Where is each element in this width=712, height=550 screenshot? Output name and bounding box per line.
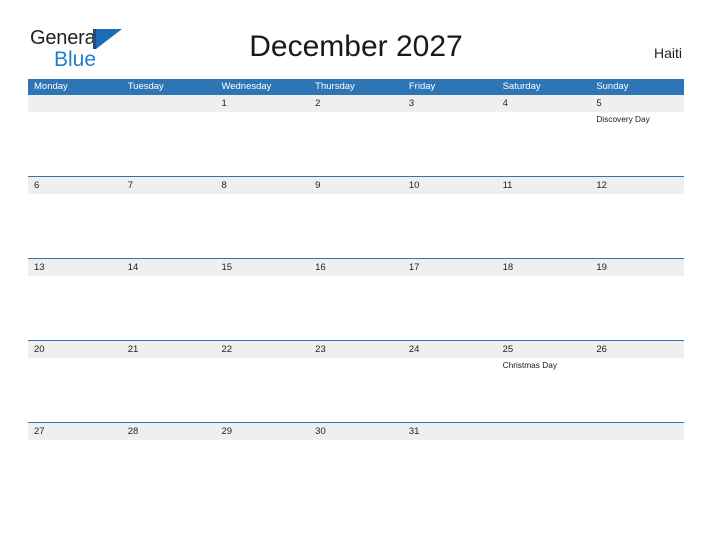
day-cell-empty bbox=[590, 423, 684, 504]
day-cell[interactable]: 29 bbox=[215, 423, 309, 504]
day-number: 1 bbox=[221, 98, 227, 109]
holiday-event: Discovery Day bbox=[596, 114, 650, 124]
day-cell[interactable]: 8 bbox=[215, 177, 309, 258]
day-number: 10 bbox=[408, 180, 420, 191]
day-number: 29 bbox=[221, 426, 233, 437]
day-cell[interactable]: 19 bbox=[590, 259, 684, 340]
day-number: 9 bbox=[315, 180, 321, 191]
day-cell[interactable]: 27 bbox=[28, 423, 122, 504]
calendar-week-row: 20 21 22 23 24 25 Christmas Day 26 bbox=[28, 340, 684, 422]
day-cell[interactable]: 9 bbox=[309, 177, 403, 258]
page-header: General Blue December 2027 Haiti bbox=[0, 0, 712, 70]
day-cell[interactable]: 7 bbox=[122, 177, 216, 258]
day-cell[interactable]: 16 bbox=[309, 259, 403, 340]
day-number: 22 bbox=[221, 344, 233, 355]
day-number: 6 bbox=[34, 180, 40, 191]
day-number bbox=[128, 95, 216, 112]
day-cell[interactable]: 20 bbox=[28, 341, 122, 422]
week-cells: 13 14 15 16 17 18 19 bbox=[28, 259, 684, 340]
week-cells: 27 28 29 30 31 bbox=[28, 423, 684, 504]
day-cell[interactable]: 24 bbox=[403, 341, 497, 422]
day-number: 12 bbox=[596, 180, 607, 191]
day-number: 16 bbox=[315, 262, 326, 273]
week-cells: 6 7 8 9 10 11 12 bbox=[28, 177, 684, 258]
day-cell[interactable]: 6 bbox=[28, 177, 122, 258]
day-number: 2 bbox=[315, 98, 321, 109]
day-cell[interactable]: 18 bbox=[497, 259, 591, 340]
day-events: Discovery Day bbox=[596, 114, 684, 125]
weekday-header-thursday: Thursday bbox=[315, 81, 355, 92]
day-number: 5 bbox=[596, 98, 602, 109]
country-label: Haiti bbox=[653, 45, 682, 61]
day-number: 11 bbox=[502, 180, 513, 191]
day-cell[interactable]: 23 bbox=[309, 341, 403, 422]
day-cell-empty bbox=[122, 95, 216, 176]
day-cell[interactable]: 1 bbox=[215, 95, 309, 176]
day-number bbox=[503, 423, 591, 440]
day-number: 18 bbox=[502, 262, 514, 273]
day-cell[interactable]: 12 bbox=[590, 177, 684, 258]
calendar-grid: Monday Tuesday Wednesday Thursday Friday… bbox=[28, 79, 684, 504]
day-number: 25 bbox=[502, 344, 514, 355]
day-number: 19 bbox=[596, 262, 607, 273]
day-number bbox=[596, 423, 684, 440]
calendar-week-row: 27 28 29 30 31 bbox=[28, 422, 684, 504]
day-number: 31 bbox=[408, 426, 420, 437]
day-cell[interactable]: 5 Discovery Day bbox=[590, 95, 684, 176]
day-number: 4 bbox=[502, 98, 508, 109]
day-number bbox=[34, 95, 122, 112]
day-cell[interactable]: 2 bbox=[309, 95, 403, 176]
weekday-header-tuesday: Tuesday bbox=[127, 81, 164, 92]
day-number: 27 bbox=[34, 426, 45, 437]
weekday-header-row: Monday Tuesday Wednesday Thursday Friday… bbox=[28, 79, 684, 95]
weekday-header-saturday: Saturday bbox=[502, 81, 541, 92]
day-cell[interactable]: 26 bbox=[590, 341, 684, 422]
day-cell[interactable]: 3 bbox=[403, 95, 497, 176]
weekday-header-monday: Monday bbox=[34, 81, 68, 92]
week-cells: 1 2 3 4 5 Discovery Day bbox=[28, 95, 684, 176]
page-title: December 2027 bbox=[249, 30, 463, 63]
day-cell[interactable]: 31 bbox=[403, 423, 497, 504]
day-number: 13 bbox=[34, 262, 45, 273]
day-cell[interactable]: 4 bbox=[497, 95, 591, 176]
day-cell[interactable]: 25 Christmas Day bbox=[497, 341, 591, 422]
calendar-week-row: 6 7 8 9 10 11 12 bbox=[28, 176, 684, 258]
holiday-event: Christmas Day bbox=[502, 360, 557, 370]
day-cell[interactable]: 17 bbox=[403, 259, 497, 340]
calendar-week-row: 13 14 15 16 17 18 19 bbox=[28, 258, 684, 340]
day-number: 14 bbox=[127, 262, 139, 273]
weekday-header-friday: Friday bbox=[408, 81, 436, 92]
day-number: 7 bbox=[127, 180, 134, 191]
week-cells: 20 21 22 23 24 25 Christmas Day 26 bbox=[28, 341, 684, 422]
calendar-week-row: 1 2 3 4 5 Discovery Day bbox=[28, 95, 684, 176]
day-cell[interactable]: 15 bbox=[215, 259, 309, 340]
day-number: 3 bbox=[408, 98, 415, 109]
day-cell[interactable]: 21 bbox=[122, 341, 216, 422]
day-cell[interactable]: 10 bbox=[403, 177, 497, 258]
day-number: 24 bbox=[408, 344, 420, 355]
weekday-header-wednesday: Wednesday bbox=[221, 81, 272, 92]
day-cell-empty bbox=[28, 95, 122, 176]
day-number: 15 bbox=[221, 262, 233, 273]
day-cell[interactable]: 11 bbox=[497, 177, 591, 258]
day-number: 21 bbox=[127, 344, 139, 355]
day-number: 17 bbox=[408, 262, 420, 273]
calendar-weeks: 1 2 3 4 5 Discovery Day 6 7 8 9 10 11 12 13 14 15 16 17 18… bbox=[28, 95, 684, 504]
weekday-header-sunday: Sunday bbox=[596, 81, 629, 92]
day-number: 8 bbox=[221, 180, 227, 191]
day-number: 20 bbox=[34, 344, 45, 355]
day-cell[interactable]: 14 bbox=[122, 259, 216, 340]
day-events: Christmas Day bbox=[503, 360, 591, 371]
day-number: 26 bbox=[596, 344, 607, 355]
day-cell-empty bbox=[497, 423, 591, 504]
day-cell[interactable]: 13 bbox=[28, 259, 122, 340]
day-cell[interactable]: 28 bbox=[122, 423, 216, 504]
day-number: 23 bbox=[315, 344, 326, 355]
day-number: 28 bbox=[127, 426, 139, 437]
day-cell[interactable]: 22 bbox=[215, 341, 309, 422]
day-number: 30 bbox=[315, 426, 326, 437]
day-cell[interactable]: 30 bbox=[309, 423, 403, 504]
